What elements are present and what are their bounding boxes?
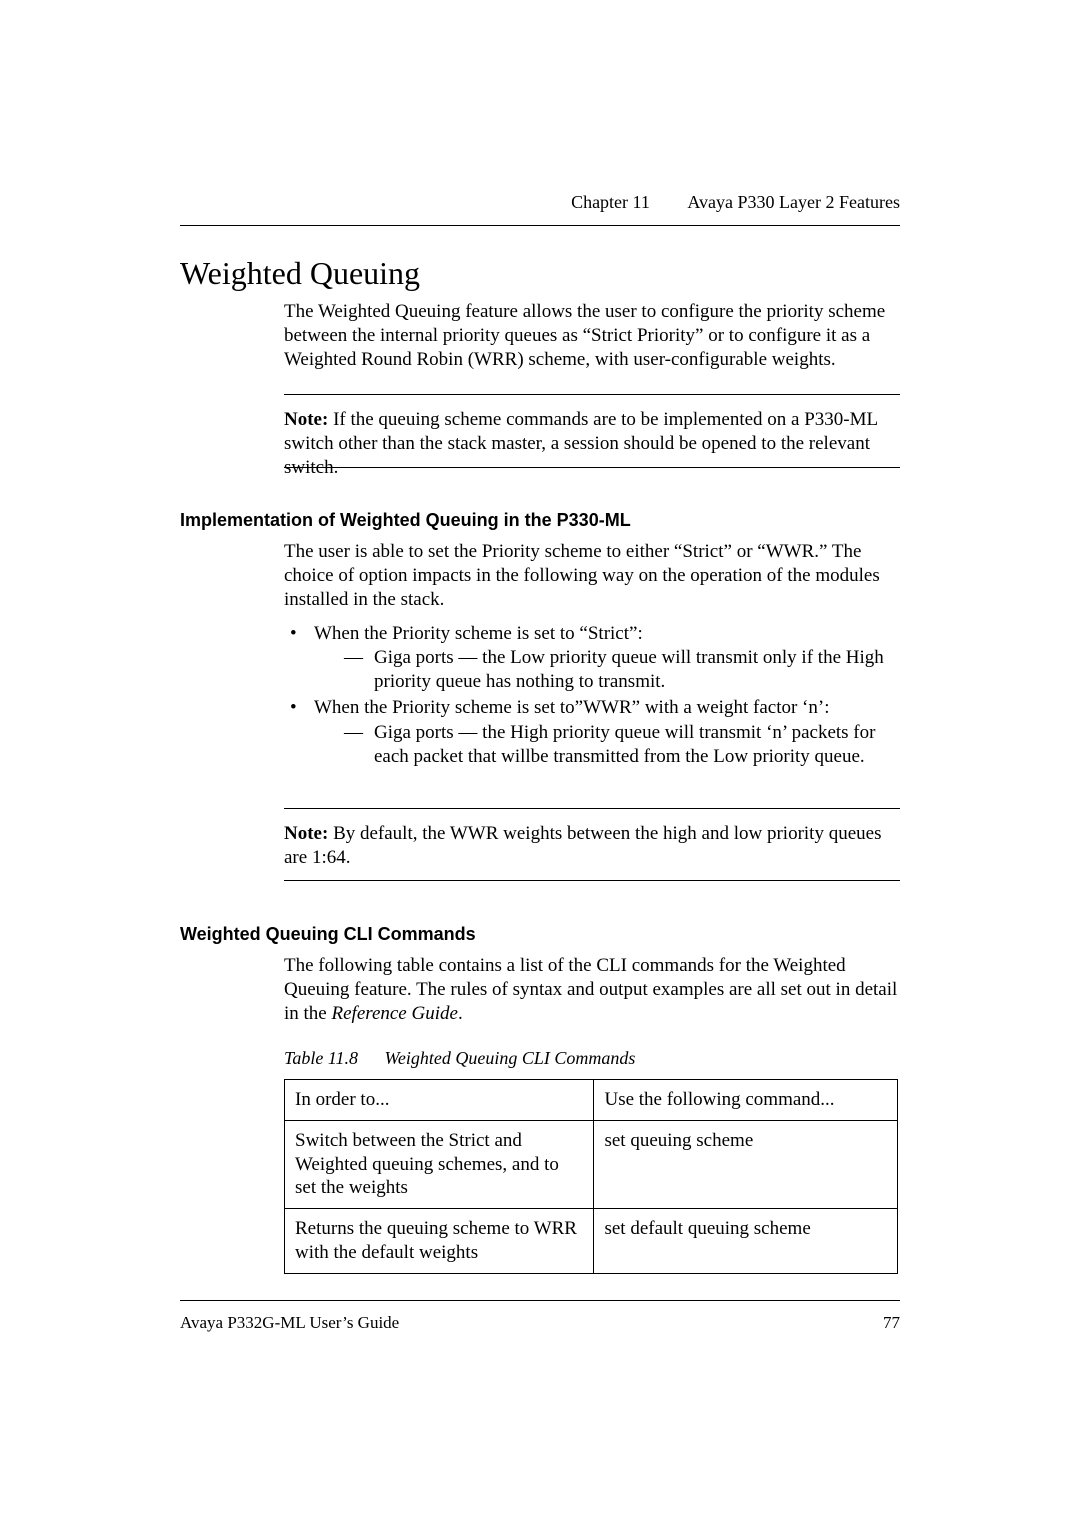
list-text: Giga ports — the High priority queue wil… [374,722,875,767]
note-2: Note: By default, the WWR weights betwee… [284,822,900,870]
list-item: When the Priority scheme is set to”WWR” … [284,696,900,768]
page-number: 77 [883,1313,900,1333]
table-row: In order to... Use the following command… [285,1080,898,1121]
note-rule-bottom [284,467,900,468]
chapter-title: Avaya P330 Layer 2 Features [687,192,900,212]
list-item: Giga ports — the Low priority queue will… [314,646,900,694]
table-cell: Switch between the Strict and Weighted q… [285,1120,594,1208]
note-text: By default, the WWR weights between the … [284,823,881,868]
reference-guide: Reference Guide [332,1003,458,1024]
note-label: Note: [284,823,328,844]
table-header-cell: In order to... [285,1080,594,1121]
section-heading: Weighted Queuing [180,255,420,292]
note2-rule-top [284,808,900,809]
table-title: Weighted Queuing CLI Commands [385,1048,636,1068]
page-footer: Avaya P332G-ML User’s Guide 77 [180,1313,900,1333]
page-header: Chapter 11 Avaya P330 Layer 2 Features [180,192,900,232]
intro-paragraph: The Weighted Queuing feature allows the … [284,300,900,372]
note-1: Note: If the queuing scheme commands are… [284,408,900,480]
table-cell: Returns the queuing scheme to WRR with t… [285,1209,594,1274]
footer-title: Avaya P332G-ML User’s Guide [180,1313,399,1332]
para-text-c: . [458,1003,463,1024]
table-number: Table 11.8 [284,1048,358,1068]
list-text: When the Priority scheme is set to “Stri… [314,623,643,644]
header-right: Chapter 11 Avaya P330 Layer 2 Features [571,192,900,213]
list-text: Giga ports — the Low priority queue will… [374,647,884,692]
chapter-label: Chapter 11 [571,192,650,212]
subheading-cli: Weighted Queuing CLI Commands [180,924,476,945]
table-caption: Table 11.8 Weighted Queuing CLI Commands [284,1048,635,1069]
header-rule [180,225,900,226]
list-item: Giga ports — the High priority queue wil… [314,721,900,769]
table-cell: set queuing scheme [594,1120,898,1208]
table-row: Returns the queuing scheme to WRR with t… [285,1209,898,1274]
implementation-paragraph: The user is able to set the Priority sch… [284,540,900,612]
list-item: When the Priority scheme is set to “Stri… [284,622,900,694]
cli-paragraph: The following table contains a list of t… [284,954,900,1026]
table-cell: set default queuing scheme [594,1209,898,1274]
footer-rule [180,1300,900,1301]
page: Chapter 11 Avaya P330 Layer 2 Features W… [0,0,1080,1528]
note-label: Note: [284,409,328,430]
cli-commands-table: In order to... Use the following command… [284,1079,898,1274]
table-row: Switch between the Strict and Weighted q… [285,1120,898,1208]
table-header-cell: Use the following command... [594,1080,898,1121]
bullet-list: When the Priority scheme is set to “Stri… [284,622,900,771]
note-rule-top [284,394,900,395]
subheading-implementation: Implementation of Weighted Queuing in th… [180,510,631,531]
note2-rule-bottom [284,880,900,881]
list-text: When the Priority scheme is set to”WWR” … [314,697,829,718]
